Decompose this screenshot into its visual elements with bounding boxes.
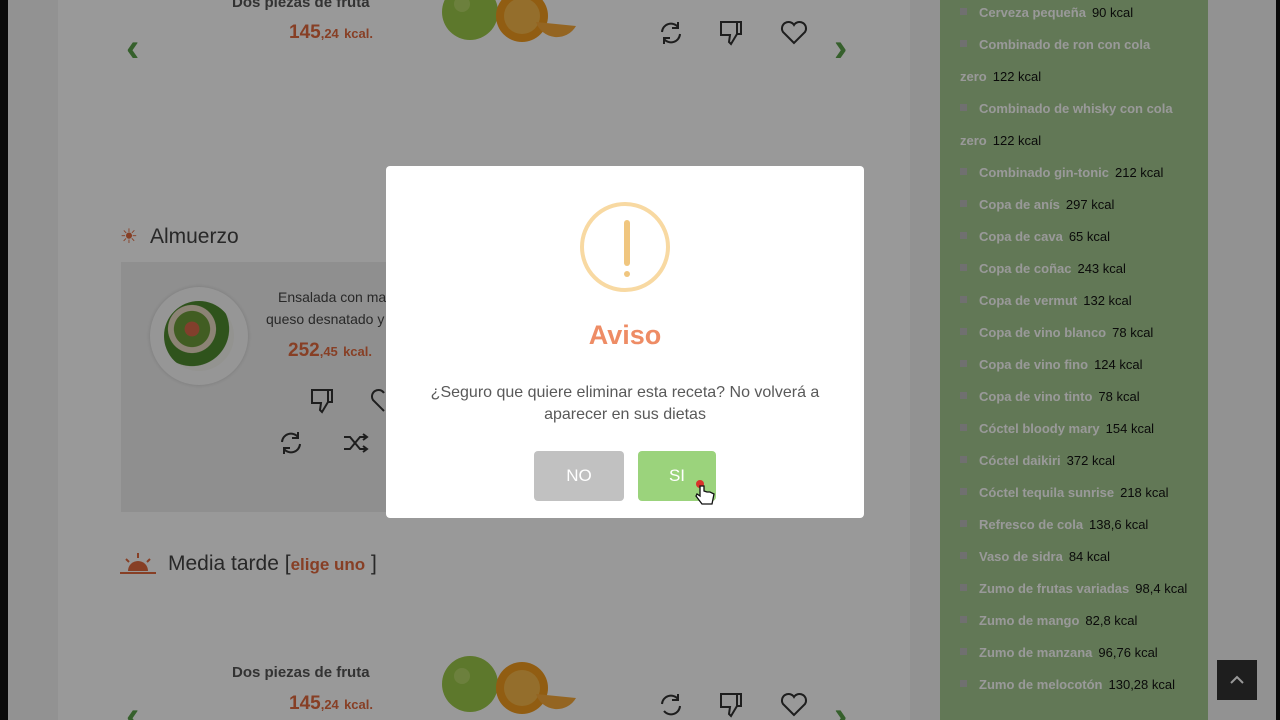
warning-icon (580, 202, 670, 292)
dialog-message: ¿Seguro que quiere eliminar esta receta?… (430, 384, 820, 423)
dialog-title: Aviso (588, 320, 662, 350)
hand-cursor-icon (695, 480, 715, 505)
no-button[interactable]: NO (534, 451, 624, 501)
confirm-dialog: Aviso ¿Seguro que quiere eliminar esta r… (386, 166, 864, 518)
